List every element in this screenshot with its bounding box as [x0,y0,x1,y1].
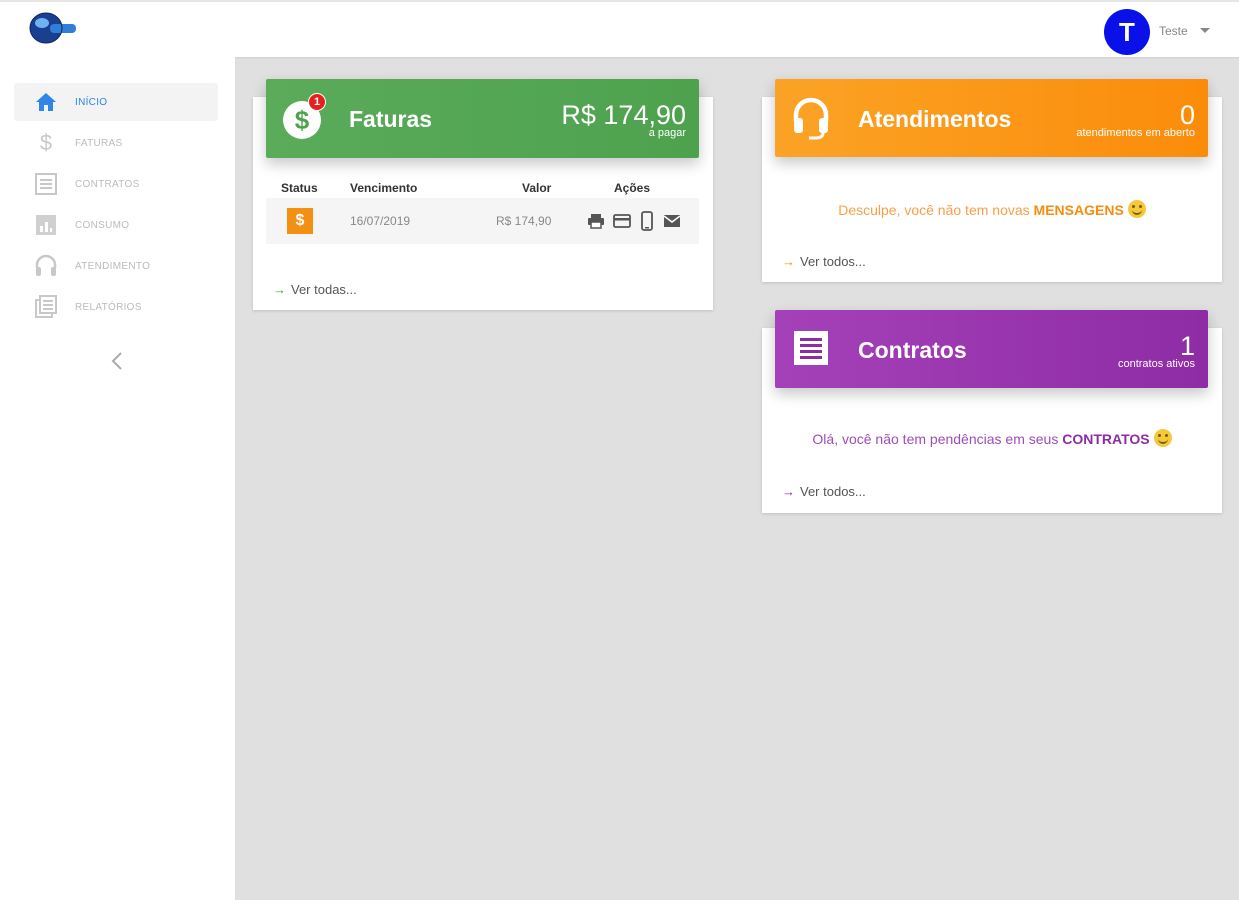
atendimentos-message: Desculpe, você não tem novas MENSAGENS [762,200,1222,218]
sidebar-item-atendimento[interactable]: ATENDIMENTO [14,247,218,285]
chevron-left-icon[interactable] [104,347,130,375]
user-name[interactable]: Teste [1159,24,1188,38]
link-label: Ver todos... [800,254,866,269]
smartphone-icon[interactable] [637,211,657,231]
arrow-right-icon: → [782,254,795,269]
sidebar-item-label: RELATÓRIOS [75,301,142,313]
message-text: Olá, você não tem pendências em seus [812,431,1059,447]
smiley-icon [1153,429,1172,447]
print-icon[interactable] [586,211,606,231]
sidebar-item-label: CONSUMO [75,219,130,231]
sidebar-item-label: CONTRATOS [75,178,140,190]
sidebar-item-consumo[interactable]: CONSUMO [14,206,218,244]
svg-text:$: $ [295,105,310,135]
sidebar-item-relatorios[interactable]: RELATÓRIOS [14,288,218,326]
atendimentos-card-header: Atendimentos 0 atendimentos em aberto [775,79,1208,157]
column-header-vencimento: Vencimento [350,181,418,195]
faturas-card-header: $ 1 Faturas R$ 174,90 a pagar [266,79,699,158]
message-highlight: MENSAGENS [1033,202,1124,218]
home-icon [30,89,62,115]
row-due-date: 16/07/2019 [350,214,411,228]
column-header-acoes: Ações [614,181,651,195]
smiley-icon [1127,200,1146,218]
message-highlight: CONTRATOS [1062,431,1150,447]
sidebar-item-label: ATENDIMENTO [75,260,151,272]
contratos-message: Olá, você não tem pendências em seus CON… [762,429,1222,447]
column-header-status: Status [281,181,318,195]
user-avatar[interactable]: T [1104,9,1150,55]
table-row [266,198,699,244]
document-list-icon [30,171,62,197]
sidebar-item-faturas[interactable]: $ FATURAS [14,124,218,162]
headset-icon [791,95,831,141]
row-value: R$ 174,90 [496,214,552,228]
email-icon[interactable] [662,211,682,231]
top-bar: T Teste [0,0,1239,57]
arrow-right-icon: → [782,484,795,499]
column-header-valor: Valor [522,181,552,195]
message-text: Desculpe, você não tem novas [838,202,1030,218]
link-label: Ver todos... [800,484,866,499]
caret-down-icon[interactable] [1200,28,1210,33]
sidebar-item-label: FATURAS [75,137,123,149]
contratos-see-all-link[interactable]: → Ver todos... [782,484,866,499]
faturas-see-all-link[interactable]: → Ver todas... [273,282,357,297]
atendimentos-see-all-link[interactable]: → Ver todos... [782,254,866,269]
sidebar-item-contratos[interactable]: CONTRATOS [14,165,218,203]
link-label: Ver todas... [291,282,357,297]
bar-chart-icon [30,212,62,238]
credit-card-icon[interactable] [612,211,632,231]
sidebar: INÍCIO $ FATURAS CONTRATOS CONSUMO ATEND… [0,57,236,900]
reports-icon [30,294,62,320]
company-logo[interactable] [28,11,80,45]
contratos-title: Contratos [858,337,967,363]
notification-badge: 1 [308,93,326,111]
sidebar-item-label: INÍCIO [75,96,108,108]
faturas-title: Faturas [349,106,433,132]
arrow-right-icon: → [273,282,286,297]
faturas-amount-sub: a pagar [648,127,686,139]
document-icon [792,329,830,367]
contratos-count-sub: contratos ativos [1117,358,1195,370]
dollar-icon: $ [30,130,62,156]
sidebar-item-inicio[interactable]: INÍCIO [14,83,218,121]
contratos-card-header: Contratos 1 contratos ativos [775,310,1208,388]
svg-text:$: $ [40,131,52,155]
atendimentos-title: Atendimentos [858,106,1012,132]
atendimentos-count-sub: atendimentos em aberto [1076,127,1195,139]
headset-icon [30,253,62,279]
status-pending-badge: $ [287,208,313,234]
